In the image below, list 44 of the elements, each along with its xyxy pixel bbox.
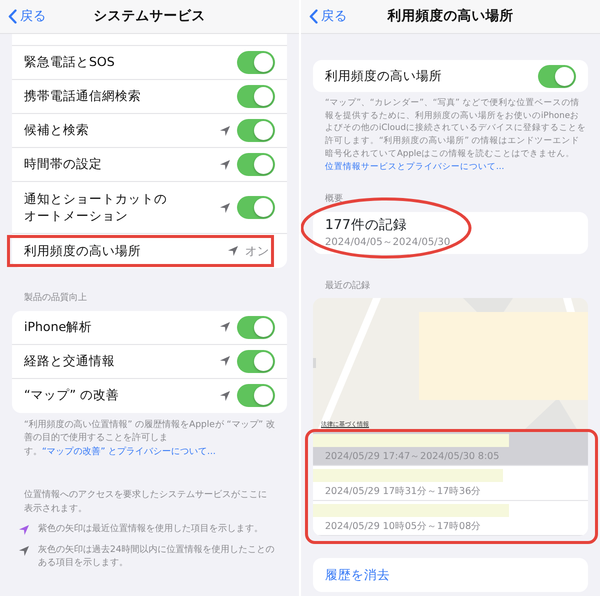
record-row[interactable]: 2024/05/29 17:47～2024/05/30 8:05 (313, 431, 588, 466)
setting-label: “マップ” の改善 (24, 387, 119, 404)
toggle-switch[interactable] (538, 64, 576, 88)
setting-label: 携帯電話通信網検索 (24, 88, 141, 105)
toggle-switch[interactable] (237, 119, 275, 142)
setting-label: 候補と検索 (24, 122, 89, 139)
back-chevron-icon (309, 9, 318, 24)
privacy-link[interactable]: 位置情報サービスとプライバシーについて... (325, 162, 504, 172)
setting-label: 利用頻度の高い場所 (325, 68, 442, 84)
back-button[interactable]: 戻る (6, 7, 48, 26)
section-header: 最近の記録 (324, 280, 371, 293)
legend-text: 紫色の矢印は最近位置情報を使用した項目を示します。 (38, 523, 263, 536)
date-range: 2024/04/05～2024/05/30 (325, 236, 452, 250)
screen-title: 利用頻度の高い場所 (388, 7, 514, 26)
record-count: 177件の記録 (325, 216, 408, 235)
toggle-switch[interactable] (237, 350, 275, 372)
legend-text: 灰色の矢印は過去24時間以内に位置情報を使用したことのある項目を示します。 (38, 544, 276, 570)
back-button[interactable]: 戻る (307, 7, 349, 26)
toggle-switch[interactable] (237, 85, 275, 108)
footer-note: “利用頻度の高い位置情報” の履歴情報をAppleが “マップ” 改善の目的で使用することを許可します。“マップの改善” とプライバシーについて... (23, 418, 276, 458)
setting-label: 緊急電話とSOS (24, 54, 115, 71)
description-text: “マップ”、“カレンダー”、“写真” などで便利な位置ベースの情報を提供するために、利用頻度の高い場所をお使いのiPhoneおよびその他のiCloudに接続されているデバイスに登録することを許可します。“利用頻度の高い場所” の情報はエンドツーエンド暗号化されていてAppleはこの情報を読むことはできません。 位置情報サービスとプライバシーについて... (324, 97, 587, 174)
toggle-switch[interactable] (237, 316, 275, 338)
toggle-switch[interactable] (237, 153, 275, 176)
setting-label: 時間帯の設定 (24, 156, 102, 173)
access-note: 位置情報へのアクセスを要求したシステムサービスがここに表示されます。 (23, 489, 268, 516)
clear-history-button[interactable]: 履歴を消去 (313, 558, 588, 592)
privacy-link[interactable]: “マップの改善” とプライバシーについて... (42, 446, 216, 456)
screen-title: システムサービス (94, 7, 206, 26)
setting-value: オン (245, 243, 269, 260)
setting-label: iPhone解析 (24, 318, 92, 336)
section-header: 概要 (324, 193, 344, 206)
setting-label: 通知とショートカットのオートメーション (24, 190, 168, 224)
record-time: 2024/05/29 17:47～2024/05/30 8:05 (324, 450, 500, 464)
record-row[interactable]: 2024/05/29 17時31分～17時36分 (313, 466, 588, 502)
record-time: 2024/05/29 10時05分～17時08分 (324, 520, 482, 534)
section-header: 製品の品質向上 (23, 292, 88, 305)
toggle-switch[interactable] (237, 51, 275, 74)
setting-label: 経路と交通情報 (24, 352, 115, 370)
toggle-switch[interactable] (237, 196, 275, 219)
setting-label: 利用頻度の高い場所 (24, 242, 141, 260)
record-time: 2024/05/29 17時31分～17時36分 (324, 485, 482, 500)
back-chevron-icon (8, 9, 17, 24)
toggle-switch[interactable] (237, 384, 275, 407)
